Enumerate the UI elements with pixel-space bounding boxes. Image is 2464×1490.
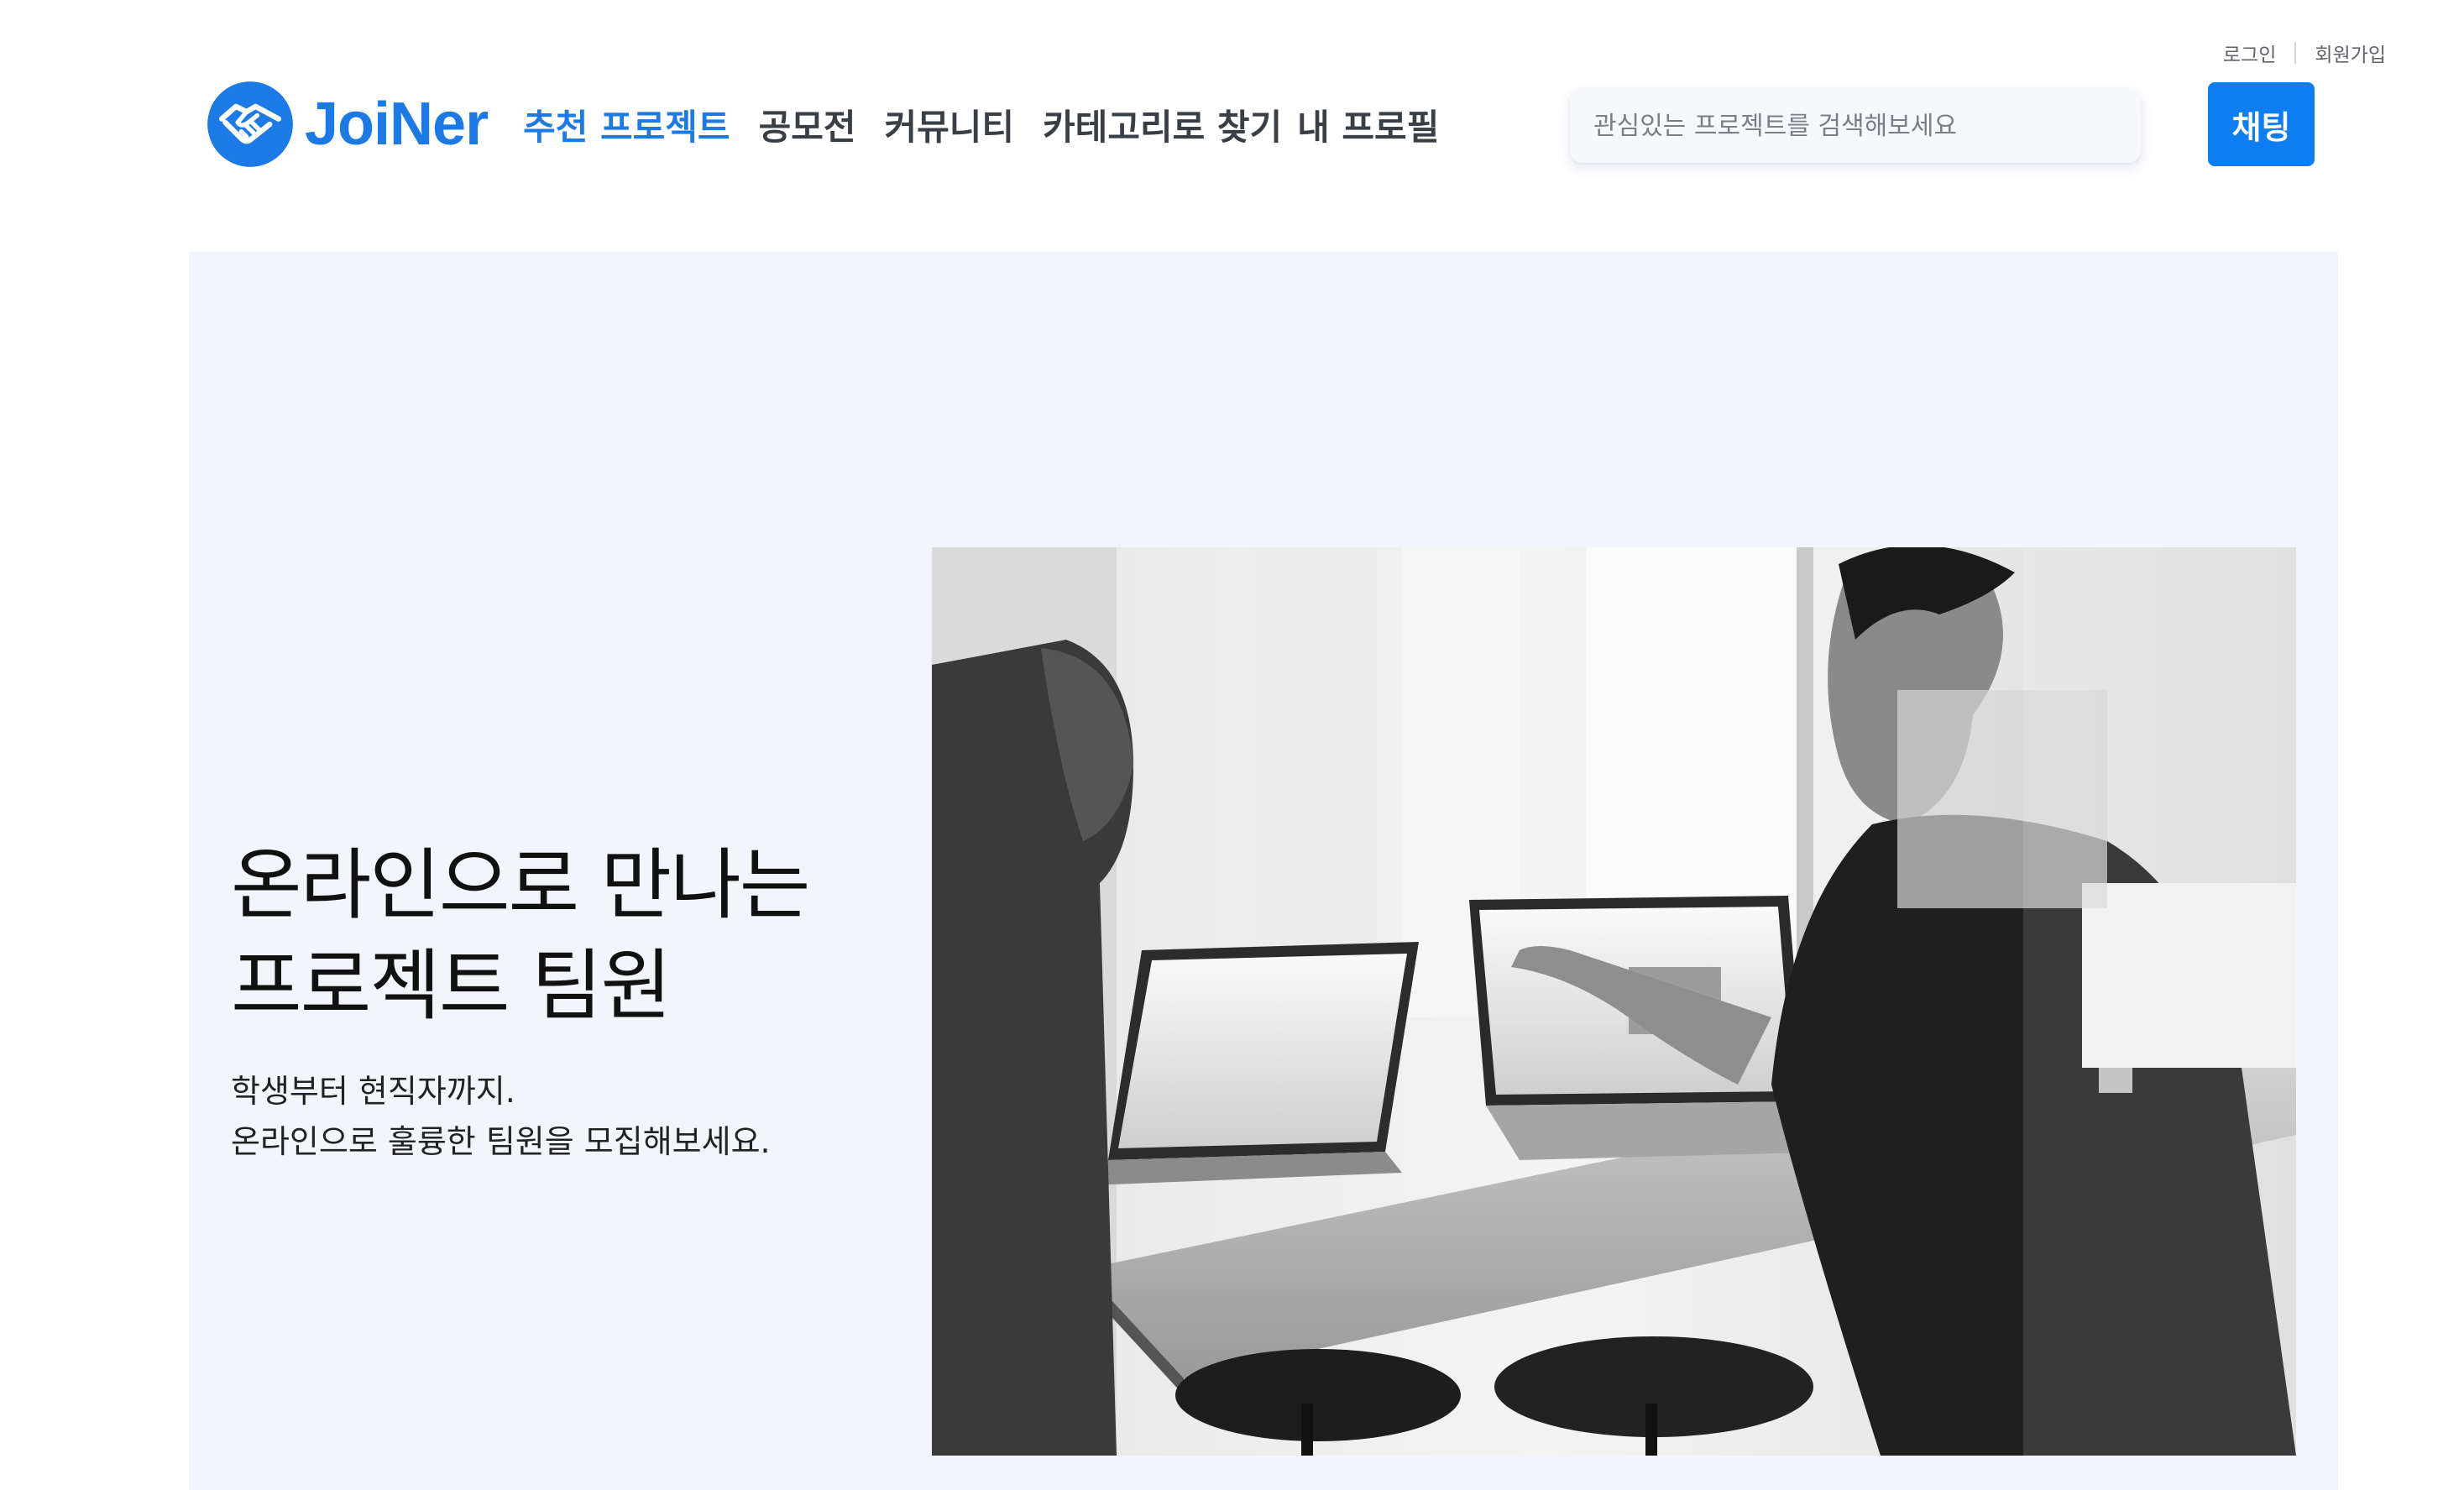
nav-item-browse-by-category[interactable]: 카테고리로 찾기 (1043, 99, 1282, 150)
nav-item-my-profile[interactable]: 내 프로필 (1297, 99, 1439, 150)
hero-title-line-1: 온라인으로 만나는 (231, 840, 810, 930)
search-input[interactable] (1593, 111, 2117, 141)
hero-banner: 온라인으로 만나는 프로젝트 팀원 학생부터 현직자까지. 온라인으로 훌륭한 … (189, 252, 2338, 1490)
divider (2294, 42, 2297, 64)
hero-subtitle-line-1: 학생부터 현직자까지. (231, 1073, 515, 1110)
signup-link[interactable]: 회원가입 (2315, 39, 2386, 67)
hero-subtitle-line-2: 온라인으로 훌륭한 팀원을 모집해보세요. (231, 1123, 771, 1160)
nav-item-contests[interactable]: 공모전 (759, 99, 856, 150)
hero-subtitle: 학생부터 현직자까지. 온라인으로 훌륭한 팀원을 모집해보세요. (231, 1066, 771, 1167)
login-link[interactable]: 로그인 (2223, 39, 2276, 67)
handshake-icon (207, 81, 293, 167)
logo[interactable]: JoiNer (206, 80, 489, 169)
people-with-laptops-image (932, 547, 2296, 1456)
hero-title-line-2: 프로젝트 팀원 (231, 941, 672, 1031)
search-box (1570, 89, 2141, 163)
nav-item-recommended-projects[interactable]: 추천 프로젝트 (523, 99, 730, 150)
page: 로그인 회원가입 JoiNer 추천 프로젝트 공모전 커뮤니티 카테고리로 찾… (0, 0, 2464, 1490)
auth-links: 로그인 회원가입 (2223, 39, 2386, 67)
brand-name: JoiNer (305, 91, 489, 158)
nav-item-community[interactable]: 커뮤니티 (884, 99, 1014, 150)
hero-photo (932, 547, 2296, 1456)
main-nav: 추천 프로젝트 공모전 커뮤니티 카테고리로 찾기 내 프로필 (523, 99, 1467, 150)
hero-title: 온라인으로 만나는 프로젝트 팀원 (231, 835, 810, 1037)
chat-button[interactable]: 채팅 (2208, 82, 2315, 166)
header: JoiNer 추천 프로젝트 공모전 커뮤니티 카테고리로 찾기 내 프로필 채… (206, 74, 2321, 175)
